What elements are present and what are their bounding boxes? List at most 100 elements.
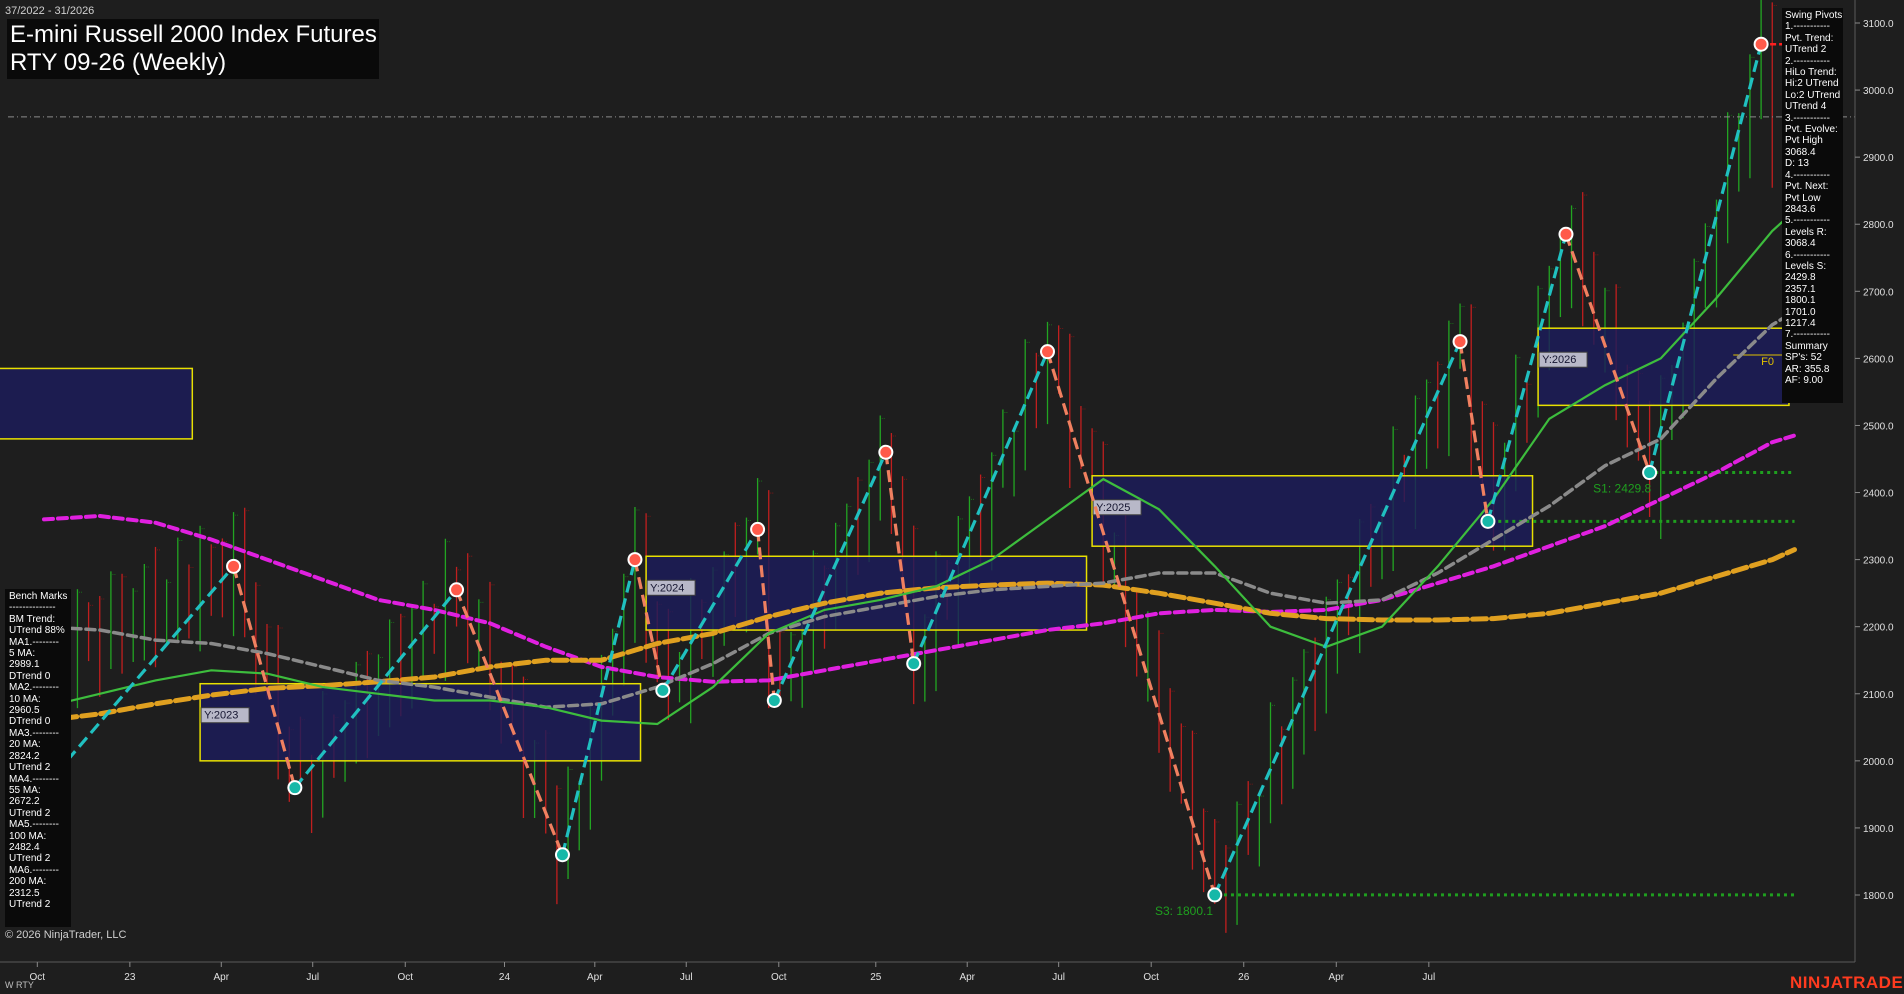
panel-line: UTrend 2 <box>9 898 51 910</box>
panel-line: MA3.-------- <box>9 727 59 739</box>
panel-line: DTrend 0 <box>9 716 51 728</box>
pivot-high-marker <box>629 554 641 566</box>
level-lines: S1: 2429.8 S3: 1800.1 F0 <box>8 42 1855 918</box>
panel-line: UTrend 2 <box>9 807 51 819</box>
x-tick-label: Apr <box>587 972 603 983</box>
panel-line: UTrend 2 <box>1785 44 1827 56</box>
panel-line: 2843.6 <box>1785 203 1816 215</box>
panel-line: Swing Pivots <box>1785 10 1843 21</box>
panel-line: MA4.-------- <box>9 773 59 785</box>
panel-line: 5 MA: <box>9 648 36 660</box>
panel-line: 2824.2 <box>9 750 40 762</box>
pivot-low-marker <box>657 684 669 696</box>
year-box-label: Y:2024 <box>650 582 684 594</box>
x-tick-label: Oct <box>771 972 787 983</box>
panel-line: 3068.4 <box>1785 146 1816 158</box>
y-tick-label: 1900.0 <box>1863 824 1894 835</box>
x-tick-label: 25 <box>870 972 882 983</box>
x-tick-label: Oct <box>397 972 413 983</box>
pivot-low-marker <box>289 782 301 794</box>
swing-pivots-panel: Swing Pivots 1.----------- Pvt. Trend: UTre… <box>1782 8 1843 403</box>
y-tick-label: 2300.0 <box>1863 556 1894 567</box>
panel-line: Pvt Low <box>1785 192 1821 204</box>
year-box-label: Y:2023 <box>204 710 238 722</box>
panel-line: Pvt. Trend: <box>1785 32 1834 44</box>
panel-line: 5.----------- <box>1785 215 1830 227</box>
panel-line: 2312.5 <box>9 887 40 899</box>
panel-line: Pvt. Evolve: <box>1785 124 1838 136</box>
year-box-label: Y:2025 <box>1096 502 1130 514</box>
panel-line: D: 13 <box>1785 158 1809 170</box>
pivot-low-marker <box>556 849 568 861</box>
support-label: S1: 2429.8 <box>1593 482 1651 496</box>
panel-line: 20 MA: <box>9 739 41 751</box>
chart-subtitle: RTY 09-26 (Weekly) <box>10 49 227 76</box>
y-tick-label: 3000.0 <box>1863 86 1894 97</box>
panel-line: Bench Marks <box>9 591 68 602</box>
year-box <box>1091 475 1534 547</box>
panel-line: 6.----------- <box>1785 249 1830 261</box>
bench-marks-panel: Bench Marks -------------- BM Trend: UTrend… <box>5 589 71 927</box>
swing-lines <box>42 43 1763 896</box>
panel-line: 1701.0 <box>1785 306 1816 318</box>
year-box <box>199 682 642 762</box>
x-tick-label: 23 <box>124 972 136 983</box>
support-label: S3: 1800.1 <box>1155 904 1213 918</box>
y-tick-label: 2400.0 <box>1863 489 1894 500</box>
x-tick-label: Apr <box>959 972 975 983</box>
panel-line: DTrend 0 <box>9 670 51 682</box>
pivot-high-marker <box>752 523 764 535</box>
x-tick-label: Jul <box>306 972 319 983</box>
y-tick-label: 2700.0 <box>1863 287 1894 298</box>
panel-line: 2960.5 <box>9 705 40 717</box>
pivot-high-marker <box>1560 228 1572 240</box>
instrument-tag: W RTY <box>5 980 34 990</box>
panel-line: 2989.1 <box>9 659 40 671</box>
pivot-low-marker <box>768 694 780 706</box>
copyright: © 2026 NinjaTrader, LLC <box>5 929 127 941</box>
pivot-high-marker <box>1042 346 1053 358</box>
x-tick-label: Oct <box>1143 972 1159 983</box>
price-chart[interactable]: Y:2023 Y:2024 Y:2025 Y:2026 S1: 2429.8 S3: 1… <box>0 0 1904 994</box>
pivot-high-marker <box>1454 336 1466 348</box>
panel-line: Levels S: <box>1785 260 1827 272</box>
y-tick-label: 2600.0 <box>1863 354 1894 365</box>
y-tick-label: 2100.0 <box>1863 690 1894 701</box>
panel-line: 1.----------- <box>1785 21 1830 33</box>
panel-line: AF: 9.00 <box>1785 375 1823 386</box>
panel-line: UTrend 4 <box>1785 101 1827 113</box>
panel-line: 3068.4 <box>1785 238 1816 250</box>
panel-line: 2357.1 <box>1785 283 1816 295</box>
y-tick-label: 2200.0 <box>1863 623 1894 634</box>
panel-line: HiLo Trend: <box>1785 67 1837 79</box>
panel-line: AR: 355.8 <box>1785 363 1830 375</box>
y-tick-label: 2000.0 <box>1863 757 1894 768</box>
date-range: 37/2022 - 31/2026 <box>5 5 95 17</box>
swing-up-leg <box>1648 43 1763 473</box>
panel-line: 200 MA: <box>9 876 47 888</box>
panel-line: 100 MA: <box>9 830 47 842</box>
price-bars <box>43 0 1800 933</box>
y-tick-label: 2800.0 <box>1863 220 1894 231</box>
x-tick-label: Apr <box>214 972 230 983</box>
x-tick-label: 26 <box>1238 972 1250 983</box>
panel-line: 7.----------- <box>1785 329 1830 341</box>
x-tick-label: Apr <box>1329 972 1345 983</box>
year-box <box>645 555 1088 631</box>
moving-averages <box>41 209 1797 726</box>
panel-line: BM Trend: <box>9 613 56 625</box>
year-box <box>0 367 194 440</box>
ma-line-ma-20 <box>42 209 1796 726</box>
panel-line: 2.----------- <box>1785 55 1830 67</box>
panel-line: Pvt. Next: <box>1785 181 1829 193</box>
panel-line: 1217.4 <box>1785 317 1816 329</box>
pivot-low-marker <box>908 658 920 670</box>
panel-line: UTrend 2 <box>9 853 51 865</box>
panel-line: 10 MA: <box>9 693 41 705</box>
panel-line: 1800.1 <box>1785 295 1816 307</box>
pivot-high-marker <box>228 560 240 572</box>
panel-line: Hi:2 UTrend <box>1785 78 1839 90</box>
panel-line: Lo:2 UTrend <box>1785 89 1841 101</box>
panel-line: UTrend 2 <box>9 762 51 774</box>
ninjatrader-logo: NINJATRADER <box>1790 973 1904 992</box>
